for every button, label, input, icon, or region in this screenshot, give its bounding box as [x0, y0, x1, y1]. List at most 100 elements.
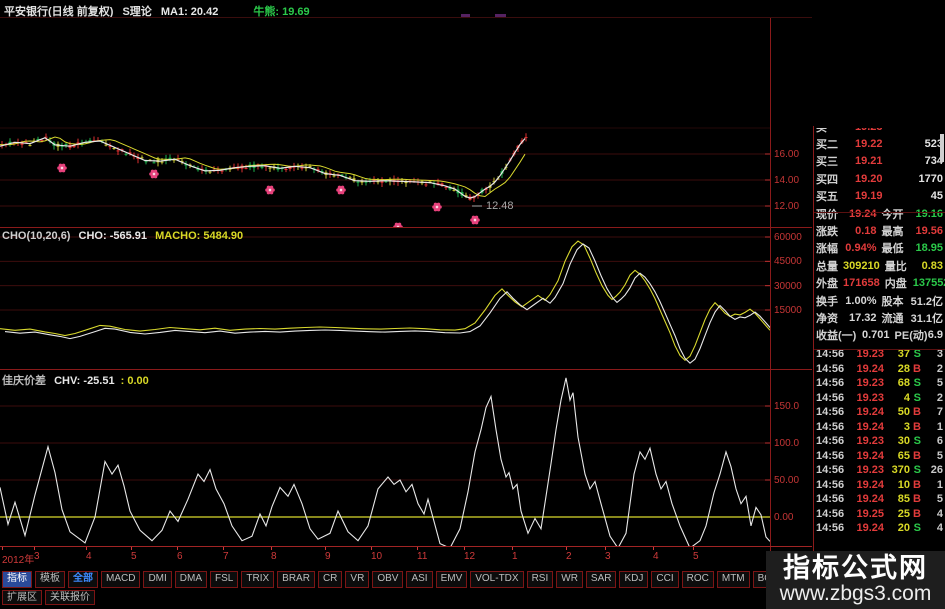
date-tick [223, 547, 224, 550]
secondary-toolbar: 扩展区 关联报价 [2, 590, 95, 605]
info-value: 31.1亿 [910, 312, 943, 325]
tick-count: 6 [936, 435, 943, 448]
info-value: 0.83 [921, 259, 943, 272]
tick-price: 19.24 [856, 449, 884, 462]
indicator-button-brar[interactable]: BRAR [277, 571, 315, 588]
main-candlestick-chart[interactable]: 12.48 [0, 18, 770, 227]
indicator-button-mtm[interactable]: MTM [716, 571, 750, 588]
tick-volume: 30 [897, 435, 910, 448]
date-tick [417, 547, 418, 550]
tick-volume: 28 [897, 362, 910, 375]
tick-time: 14:56 [816, 464, 845, 477]
chv-indicator-chart[interactable] [0, 370, 770, 546]
date-tick [464, 547, 465, 550]
info-value: 51.2亿 [910, 295, 943, 308]
indicator-button-全部[interactable]: 全部 [68, 571, 98, 588]
tick-price: 19.24 [856, 478, 884, 491]
indicator-button-dma[interactable]: DMA [174, 571, 208, 588]
tick-time: 14:56 [816, 449, 845, 462]
plot-right-border [770, 18, 771, 562]
chv-line [0, 377, 770, 546]
indicator-button-rsi[interactable]: RSI [526, 571, 554, 588]
tick-direction: S [913, 348, 921, 361]
chart-title-bar: 平安银行(日线 前复权) S理论 MA1: 20.42 牛熊: 19.69 [4, 3, 316, 18]
cho-panel-label: CHO(10,20,6) CHO: -565.91 MACHO: 5484.90 [2, 230, 243, 242]
info-label: 净资 [816, 312, 838, 325]
indicator-button-vr[interactable]: VR [345, 571, 370, 588]
indicator-button-vol-tdx[interactable]: VOL-TDX [470, 571, 524, 588]
tick-time: 14:56 [816, 348, 845, 361]
tick-row: 14:56 19.23 68 S 5 [814, 376, 945, 391]
indicator-button-sar[interactable]: SAR [585, 571, 617, 588]
tick-volume: 25 [897, 507, 910, 520]
date-label: 5 [693, 551, 699, 562]
tick-price: 19.24 [856, 362, 884, 375]
indicator-button-macd[interactable]: MACD [101, 571, 141, 588]
tick-count: 5 [936, 493, 943, 506]
tick-count: 3 [936, 348, 943, 361]
tab-indicators[interactable]: 指标 [2, 571, 32, 588]
indicator-button-asi[interactable]: ASI [406, 571, 433, 588]
tick-row: 14:56 19.25 25 B 4 [814, 507, 945, 522]
indicator-toolbar: 指标 模板 全部 MACD DMI DMA FSL TRIX BRAR CR VR OBV ASI EMV… [2, 571, 863, 588]
tick-volume: 10 [897, 478, 910, 491]
cho-indicator-chart[interactable] [0, 228, 770, 369]
indicator-button-emv[interactable]: EMV [435, 571, 468, 588]
date-label: 4 [653, 551, 659, 562]
info-value: 0.701 [862, 329, 890, 342]
chv-extra-value: : 0.00 [120, 375, 149, 387]
axis-tick-label: 30000 [774, 280, 802, 292]
tick-volume: 65 [897, 449, 910, 462]
indicator-button-wr[interactable]: WR [556, 571, 583, 588]
date-label: 8 [271, 551, 277, 562]
info-value: 309210 [843, 259, 880, 272]
info-label: PE(动) [894, 330, 928, 343]
date-axis: 2012年 3 4 5 6 7 8 9 10 11 12 1 2 3 4 5 [0, 546, 812, 566]
tick-price: 19.24 [856, 406, 884, 419]
quote-divider [814, 212, 945, 213]
tick-volume: 4 [903, 391, 910, 404]
indicator-button-roc[interactable]: ROC [681, 571, 714, 588]
axis-tick-label: 50.00 [774, 475, 800, 486]
scrollbar-thumb[interactable] [940, 134, 944, 162]
bid-price: 19.20 [855, 172, 883, 185]
date-tick [131, 547, 132, 550]
bid-row: 买三 19.21 734 [814, 153, 945, 170]
info-label: 收益(一) [816, 330, 857, 343]
macho-line [0, 240, 770, 362]
tick-count: 7 [936, 406, 943, 419]
tab-extended-area[interactable]: 扩展区 [2, 590, 42, 605]
date-label: 5 [131, 551, 137, 562]
indicator-button-kdj[interactable]: KDJ [619, 571, 649, 588]
tab-linked-quotes[interactable]: 关联报价 [45, 590, 95, 605]
tick-list: 14:56 19.23 37 S 3 14:56 19.24 28 B 2 14:56 19.23 68… [814, 347, 945, 536]
tick-count: 5 [936, 449, 943, 462]
quote-info-row: 总量 309210 量比 0.83 [814, 257, 945, 274]
info-value: 19.56 [915, 225, 943, 238]
indicator-button-cci[interactable]: CCI [651, 571, 679, 588]
date-tick [605, 547, 606, 550]
indicator-button-obv[interactable]: OBV [372, 571, 404, 588]
axis-tick-label: 45000 [774, 256, 802, 268]
bid-volume: 523 [924, 138, 943, 151]
indicator-button-cr[interactable]: CR [317, 571, 343, 588]
date-tick [177, 547, 178, 550]
axis-tick-label: 0.00 [774, 512, 794, 523]
info-value: 19.16 [915, 207, 943, 220]
tick-direction: S [913, 377, 921, 390]
tab-templates[interactable]: 模板 [35, 571, 65, 588]
bid-label: 买五 [816, 191, 838, 204]
date-label: 2 [566, 551, 572, 562]
bid-volume: 1770 [918, 172, 943, 185]
date-tick [325, 547, 326, 550]
tick-price: 19.23 [856, 348, 884, 361]
watermark-site-name: 指标公式网 [783, 553, 928, 583]
indicator-button-dmi[interactable]: DMI [143, 571, 172, 588]
tick-count: 5 [936, 377, 943, 390]
indicator-button-trix[interactable]: TRIX [241, 571, 275, 588]
date-tick [34, 547, 35, 550]
macho-value: MACHO: 5484.90 [155, 230, 244, 242]
indicator-button-fsl[interactable]: FSL [210, 571, 239, 588]
tick-row: 14:56 19.24 3 B 1 [814, 420, 945, 435]
bid-row-clipped: 买一19.23 [814, 128, 945, 135]
